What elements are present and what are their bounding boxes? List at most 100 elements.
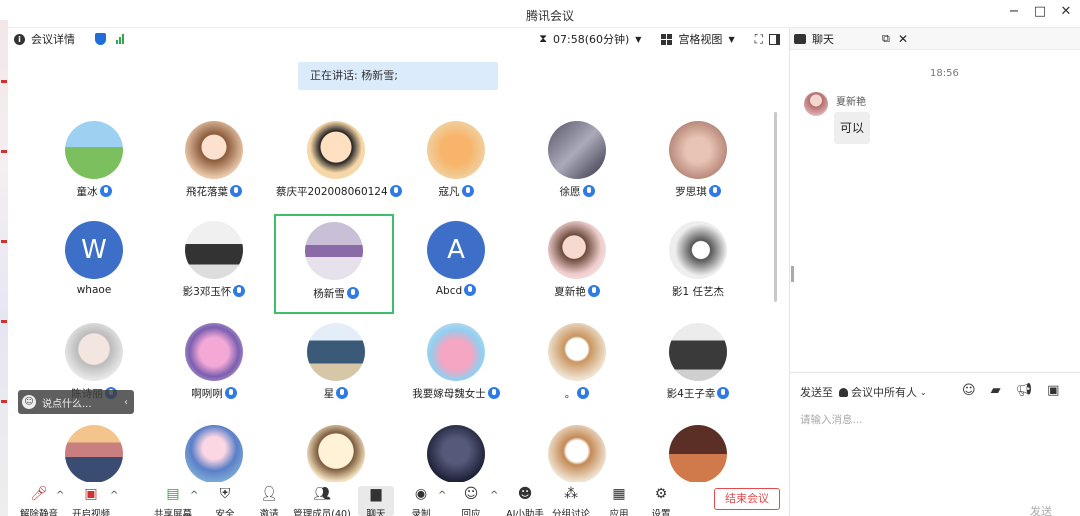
more-icon[interactable]: ⋮	[1076, 33, 1080, 44]
popout-icon[interactable]: ⧉	[882, 32, 890, 46]
side-panel-icon[interactable]	[769, 33, 780, 45]
breakout-label: 分组讨论	[551, 509, 590, 516]
participant-tile[interactable]: 夏新艳	[517, 218, 637, 318]
chevron-up-icon[interactable]: ^	[490, 490, 498, 501]
grid-scrollbar[interactable]	[774, 112, 777, 302]
chat-separator	[790, 372, 1080, 373]
close-icon[interactable]: ✕	[898, 32, 908, 46]
participant-tile[interactable]: 罗思琪	[638, 118, 758, 218]
chat-button[interactable]: ▆ 聊天	[358, 486, 394, 516]
shield-icon: ⛨	[219, 486, 231, 502]
signal-icon[interactable]	[116, 34, 124, 44]
chevron-down-icon[interactable]: ▼	[728, 35, 734, 44]
fullscreen-icon[interactable]: ⛶	[755, 32, 763, 47]
participant-tile[interactable]: 。	[517, 320, 637, 420]
chat-label: 聊天	[366, 509, 386, 516]
settings-button[interactable]: ⚙ 设置	[636, 486, 686, 516]
send-to-selector[interactable]: 发送至 会议中所有人 ⌄	[800, 384, 927, 400]
chevron-left-icon[interactable]: ‹	[124, 397, 128, 408]
info-icon[interactable]: i	[14, 33, 25, 45]
chevron-down-icon[interactable]: ▼	[635, 35, 641, 44]
participant-tile[interactable]: 寇凡	[396, 118, 516, 218]
manage-members-button[interactable]: 👥︎ 管理成员(40)	[292, 486, 352, 516]
reactions-button[interactable]: ☺ 回应	[446, 486, 496, 516]
mic-icon	[464, 284, 477, 296]
participant-tile[interactable]: A Abcd	[396, 218, 516, 318]
avatar	[185, 221, 243, 279]
chevron-up-icon[interactable]: ^	[56, 490, 64, 501]
meeting-details-link[interactable]: 会议详情	[31, 31, 75, 47]
security-label: 安全	[215, 509, 235, 516]
participant-tile[interactable]: Wwhaoe	[34, 218, 154, 318]
participant-name: 影1 任艺杰	[638, 284, 758, 299]
mic-icon	[582, 185, 595, 197]
participant-name: 罗思琪	[638, 184, 758, 199]
security-button[interactable]: ⛨ 安全	[200, 486, 250, 516]
mic-icon	[99, 185, 112, 197]
video-button[interactable]: ▣ 开启视频	[66, 486, 116, 516]
meeting-timer: 07:58(60分钟)	[553, 33, 630, 46]
participant-tile[interactable]: 影3邓玉怀	[154, 218, 274, 318]
participant-tile[interactable]: 徐愿	[517, 118, 637, 218]
chat-icon: ▆	[370, 486, 382, 502]
participant-name-text: 徐愿	[559, 186, 581, 198]
chevron-up-icon[interactable]: ^	[110, 490, 118, 501]
record-label: 录制	[411, 509, 431, 516]
screenshot-icon[interactable]: ▣	[1047, 383, 1059, 398]
close-window-icon[interactable]: ✕	[1058, 4, 1074, 19]
meeting-toolbar: 🎤︎ 解除静音 ^ ▣ 开启视频 ^ ▤ 共享屏幕 ^ ⛨ 安全 👤︎ 邀请 👥…	[8, 482, 788, 516]
view-mode-button[interactable]: 宫格视图	[678, 31, 722, 47]
mic-icon	[224, 387, 237, 399]
participant-tile[interactable]: 童冰	[34, 118, 154, 218]
chevron-down-icon: ⌄	[920, 387, 927, 397]
avatar	[669, 221, 727, 279]
participant-tile[interactable]: 啊咧咧	[154, 320, 274, 420]
resize-handle[interactable]	[791, 266, 794, 282]
panel-divider	[789, 28, 790, 516]
participant-name-text: 飛花落葉	[186, 186, 228, 198]
participant-name-text: 影1 任艺杰	[671, 286, 725, 298]
participant-tile[interactable]: 影1 任艺杰	[638, 218, 758, 318]
gear-icon: ⚙	[654, 486, 668, 502]
avatar	[669, 425, 727, 483]
chevron-up-icon[interactable]: ^	[190, 490, 198, 501]
minimize-icon[interactable]: −	[1006, 4, 1022, 19]
breakout-button[interactable]: ⁂ 分组讨论	[546, 486, 596, 516]
participant-tile[interactable]: 星	[276, 320, 396, 420]
chat-title: 聊天	[812, 32, 834, 46]
avatar	[427, 323, 485, 381]
grid-view-icon[interactable]	[661, 33, 673, 45]
chat-hint-text: 说点什么...	[42, 398, 92, 410]
window-controls: − □ ✕	[1006, 4, 1074, 19]
chat-input[interactable]: 请输入消息...	[800, 412, 863, 427]
avatar	[307, 425, 365, 483]
participant-tile-active[interactable]: 杨新雪	[274, 214, 394, 314]
participant-name-text: 罗思琪	[675, 186, 707, 198]
participant-tile[interactable]: 蔡庆平202008060124	[276, 118, 402, 218]
end-meeting-button[interactable]: 结束会议	[714, 488, 780, 510]
avatar	[65, 323, 123, 381]
shield-icon[interactable]	[95, 33, 106, 45]
maximize-icon[interactable]: □	[1032, 4, 1048, 19]
ai-assistant-button[interactable]: ☻ AI小助手	[500, 486, 550, 516]
participant-name: 夏新艳	[517, 284, 637, 299]
participant-tile[interactable]: 我要嫁母魏女士	[396, 320, 516, 420]
participant-name-text: 啊咧咧	[191, 388, 223, 400]
participant-tile[interactable]: 飛花落葉	[154, 118, 274, 218]
participant-name-text: 蔡庆平202008060124	[276, 186, 388, 198]
participant-name: 飛花落葉	[154, 184, 274, 199]
invite-button[interactable]: 👤︎ 邀请	[244, 486, 294, 516]
participant-tile[interactable]: 影4王子幸	[638, 320, 758, 420]
window-title: 腾讯会议	[525, 9, 574, 23]
folder-icon[interactable]: ▰	[991, 383, 1001, 398]
send-to-value: 会议中所有人	[851, 386, 917, 399]
hourglass-icon: ⧗	[539, 32, 547, 45]
participant-name-text: 童冰	[76, 186, 98, 198]
send-button[interactable]: 发送	[1030, 503, 1052, 516]
emoji-icon[interactable]: ☺	[962, 383, 976, 398]
participant-name-text: 寇凡	[438, 186, 460, 198]
participant-name: 啊咧咧	[154, 386, 274, 401]
mic-icon	[336, 387, 349, 399]
chat-hint[interactable]: ☺ 说点什么... ‹	[18, 390, 134, 414]
megaphone-icon[interactable]: 📢︎	[1016, 383, 1033, 398]
